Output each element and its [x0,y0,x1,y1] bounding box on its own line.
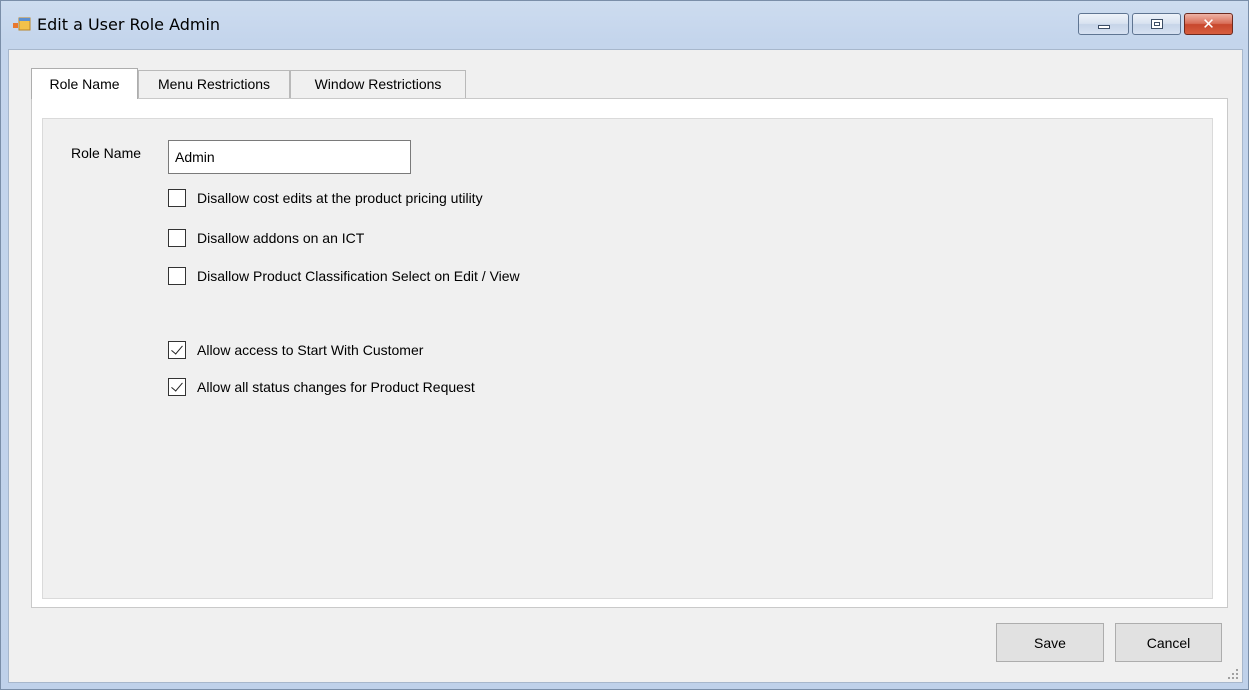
checkbox-box[interactable] [168,229,186,247]
tab-page-role-name: Role Name Disallow cost edits at the pro… [31,98,1228,608]
checkbox-box[interactable] [168,378,186,396]
restore-icon [1151,19,1163,29]
minimize-icon [1098,25,1110,29]
dialog-window: Edit a User Role Admin ✕ Role Name Menu … [0,0,1249,690]
tab-role-name[interactable]: Role Name [31,68,138,99]
resize-grip-icon[interactable] [1227,667,1239,679]
window-title: Edit a User Role Admin [37,15,221,34]
title-bar[interactable]: Edit a User Role Admin ✕ [1,1,1248,49]
checkbox-label: Allow all status changes for Product Req… [197,379,475,395]
checkbox-box[interactable] [168,189,186,207]
checkbox-box[interactable] [168,341,186,359]
role-name-label: Role Name [71,145,142,161]
close-button[interactable]: ✕ [1184,13,1233,35]
save-button[interactable]: Save [996,623,1104,662]
app-window-icon [13,17,31,33]
close-icon: ✕ [1202,15,1215,33]
check-mark-icon [171,342,183,355]
check-mark-icon [171,379,183,392]
minimize-button[interactable] [1078,13,1129,35]
checkbox-label: Allow access to Start With Customer [197,342,424,358]
restore-button[interactable] [1132,13,1181,35]
tab-window-restrictions[interactable]: Window Restrictions [290,70,466,98]
checkbox-box[interactable] [168,267,186,285]
checkbox-label: Disallow addons on an ICT [197,230,365,246]
checkbox-label: Disallow cost edits at the product prici… [197,190,483,206]
tab-menu-restrictions[interactable]: Menu Restrictions [138,70,290,98]
role-name-input[interactable] [168,140,411,174]
dialog-client-area: Role Name Menu Restrictions Window Restr… [8,49,1243,683]
checkbox-label: Disallow Product Classification Select o… [197,268,520,284]
cancel-button[interactable]: Cancel [1115,623,1222,662]
role-settings-panel: Role Name Disallow cost edits at the pro… [42,118,1213,599]
